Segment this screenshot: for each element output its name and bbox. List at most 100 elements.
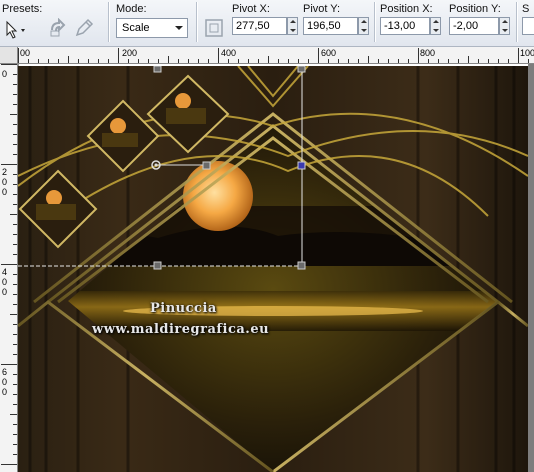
ruler-tick <box>478 59 479 63</box>
ruler-tick <box>13 404 17 405</box>
ruler-tick <box>13 434 17 435</box>
ruler-label: 0 <box>2 177 8 187</box>
ruler-tick <box>13 94 17 95</box>
pivot-y-stepper[interactable] <box>358 17 369 35</box>
position-x-field[interactable]: -13,00 <box>380 17 430 35</box>
ruler-tick <box>178 59 179 63</box>
ruler-tick <box>13 194 17 195</box>
ruler-tick <box>268 56 269 63</box>
ruler-label: 00 <box>20 48 31 58</box>
ruler-tick <box>1 164 17 165</box>
ruler-tick <box>448 59 449 63</box>
ruler-tick <box>13 394 17 395</box>
ruler-tick <box>368 56 369 63</box>
moon <box>183 161 253 231</box>
transform-handle-pivot-side[interactable] <box>297 161 306 170</box>
ruler-label: 2 <box>2 167 8 177</box>
position-y-label: Position Y: <box>449 3 501 15</box>
position-y-field[interactable]: -2,00 <box>449 17 499 35</box>
ruler-tick <box>518 48 519 63</box>
ruler-tick <box>13 384 17 385</box>
canvas-scroll-margin <box>528 64 534 472</box>
ruler-tick <box>13 174 17 175</box>
watermark-line2: www.maldiregrafica.eu <box>92 322 270 337</box>
pivot-button[interactable] <box>203 17 225 39</box>
transform-handle[interactable] <box>297 66 306 73</box>
ruler-tick <box>308 59 309 63</box>
ruler-tick <box>13 104 17 105</box>
canvas-artwork <box>18 66 528 472</box>
ruler-tick <box>428 59 429 63</box>
ruler-tick <box>10 214 17 215</box>
mode-value: Scale <box>122 22 150 34</box>
ruler-tick <box>13 304 17 305</box>
position-x-stepper[interactable] <box>430 17 441 35</box>
position-x-label: Position X: <box>380 3 433 15</box>
ruler-tick <box>158 59 159 63</box>
ruler-tick <box>388 59 389 63</box>
transform-handle[interactable] <box>153 261 162 270</box>
ruler-tick <box>13 324 17 325</box>
ruler-tick <box>488 59 489 63</box>
ruler-tick <box>13 204 17 205</box>
presets-group: Presets: <box>2 3 46 43</box>
ruler-label: 0 <box>2 277 8 287</box>
edit-button[interactable] <box>74 18 96 40</box>
ruler-tick <box>13 274 17 275</box>
separator <box>108 2 110 42</box>
ruler-tick <box>38 59 39 63</box>
ruler-tick <box>258 59 259 63</box>
ruler-tick <box>13 244 17 245</box>
ruler-tick <box>48 59 49 63</box>
ruler-tick <box>28 59 29 63</box>
ruler-tick <box>13 294 17 295</box>
ruler-tick <box>13 74 17 75</box>
ruler-label: 0 <box>2 377 8 387</box>
reset-icon <box>50 17 66 37</box>
ruler-tick <box>198 59 199 63</box>
ruler-tick <box>338 59 339 63</box>
pivot-y-label: Pivot Y: <box>303 3 341 15</box>
ruler-tick <box>378 59 379 63</box>
reset-button[interactable] <box>48 17 70 40</box>
ruler-tick <box>68 56 69 63</box>
ruler-tick <box>228 59 229 63</box>
ruler-tick <box>98 59 99 63</box>
ruler-label: 6 <box>2 367 8 377</box>
ruler-tick <box>288 59 289 63</box>
ruler-tick <box>248 59 249 63</box>
ruler-tick <box>438 59 439 63</box>
ruler-tick <box>13 254 17 255</box>
mode-label: Mode: <box>116 3 147 15</box>
ruler-tick <box>418 48 419 63</box>
ruler-tick <box>78 59 79 63</box>
ruler-tick <box>13 234 17 235</box>
pivot-x-stepper[interactable] <box>287 17 298 35</box>
ruler-label: 0 <box>2 69 8 79</box>
transform-handle[interactable] <box>153 66 162 73</box>
transform-handle[interactable] <box>297 261 306 270</box>
ruler-tick <box>88 59 89 63</box>
image-canvas[interactable]: Pinuccia www.maldiregrafica.eu <box>18 66 528 472</box>
ruler-tick <box>13 334 17 335</box>
pivot-x-field[interactable]: 277,50 <box>232 17 287 35</box>
position-y-stepper[interactable] <box>499 17 510 35</box>
ruler-tick <box>188 59 189 63</box>
watermark-line1: Pinuccia <box>150 301 217 316</box>
pivot-y-field[interactable]: 196,50 <box>303 17 358 35</box>
pivot-x-label: Pivot X: <box>232 3 270 15</box>
ruler-tick <box>168 56 169 63</box>
cut-field[interactable] <box>522 17 534 35</box>
ruler-tick <box>498 59 499 63</box>
ruler-tick <box>458 59 459 63</box>
ruler-top: 00 200 400 600 800 1000 <box>18 47 534 64</box>
mode-select[interactable]: Scale <box>116 18 188 38</box>
rotation-handle[interactable] <box>202 161 211 170</box>
presets-dropdown[interactable] <box>4 20 28 42</box>
ruler-tick <box>208 59 209 63</box>
ruler-tick <box>13 344 17 345</box>
ruler-tick <box>13 154 17 155</box>
ruler-tick <box>10 414 17 415</box>
ruler-tick <box>1 64 17 65</box>
ruler-tick <box>278 59 279 63</box>
